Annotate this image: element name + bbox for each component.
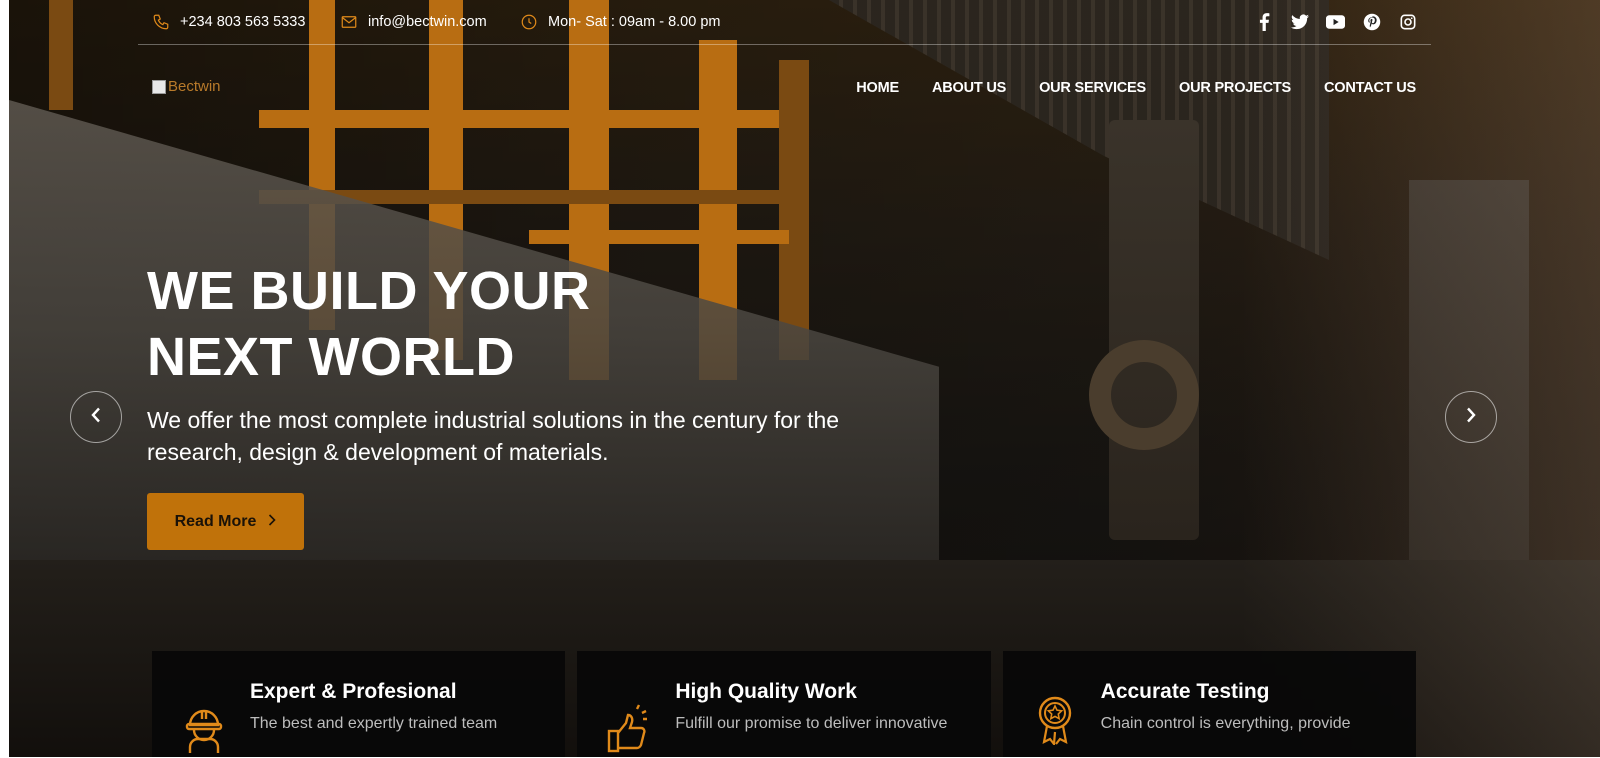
headline-line-2: NEXT WORLD [147,327,515,387]
phone-contact[interactable]: +234 803 563 5333 [152,12,305,32]
slider-prev-button[interactable] [70,391,122,443]
headline-line-1: WE BUILD YOUR [147,261,591,321]
feature-card: High Quality Work Fulfill our promise to… [577,651,991,757]
broken-image-icon [152,79,166,94]
phone-number: +234 803 563 5333 [180,14,306,30]
feature-title: Accurate Testing [1100,680,1270,703]
site-logo[interactable]: Bectwin [152,78,221,95]
opening-hours: Mon- Sat : 09am - 8.00 pm [520,12,720,32]
feature-title: High Quality Work [675,680,857,703]
thumbs-up-icon [607,703,651,753]
hero-headline: WE BUILD YOUR NEXT WORLD [147,258,747,390]
feature-cards: Expert & Profesional The best and expert… [152,651,1416,757]
mail-icon [340,13,358,31]
feature-title: Expert & Profesional [250,680,457,703]
nav-our-projects[interactable]: OUR PROJECTS [1179,80,1291,96]
chevron-right-icon [1466,407,1476,428]
feature-description: The best and expertly trained team [250,715,498,732]
main-nav: HOME ABOUT US OUR SERVICES OUR PROJECTS … [856,80,1416,96]
read-more-button[interactable]: Read More [147,493,304,550]
feature-description: Fulfill our promise to deliver innovativ… [675,715,948,732]
chevron-left-icon [91,407,101,428]
hero-subtext: We offer the most complete industrial so… [147,407,840,465]
facebook-icon[interactable] [1254,12,1273,31]
social-links [1254,12,1417,31]
hours-text: Mon- Sat : 09am - 8.00 pm [548,14,721,30]
phone-icon [152,13,170,31]
nav-home[interactable]: HOME [856,80,899,96]
chevron-right-icon [268,513,277,531]
email-address: info@bectwin.com [368,14,487,30]
award-badge-icon [1033,695,1077,747]
nav-our-services[interactable]: OUR SERVICES [1039,80,1146,96]
top-info-bar: +234 803 563 5333 info@bectwin.com Mon- … [138,0,1431,45]
twitter-icon[interactable] [1290,12,1309,31]
nav-about-us[interactable]: ABOUT US [932,80,1006,96]
email-contact[interactable]: info@bectwin.com [340,12,487,32]
slider-next-button[interactable] [1445,391,1497,443]
instagram-icon[interactable] [1398,12,1417,31]
nav-contact-us[interactable]: CONTACT US [1324,80,1416,96]
feature-card: Expert & Profesional The best and expert… [152,651,566,757]
pinterest-icon[interactable] [1362,12,1381,31]
read-more-label: Read More [174,512,257,530]
feature-description: Chain control is everything, provide [1100,715,1351,732]
logo-alt-text: Bectwin [168,78,221,95]
worker-helmet-icon [182,703,226,753]
feature-card: Accurate Testing Chain control is everyt… [1002,651,1416,757]
clock-icon [520,13,538,31]
youtube-icon[interactable] [1326,12,1345,31]
